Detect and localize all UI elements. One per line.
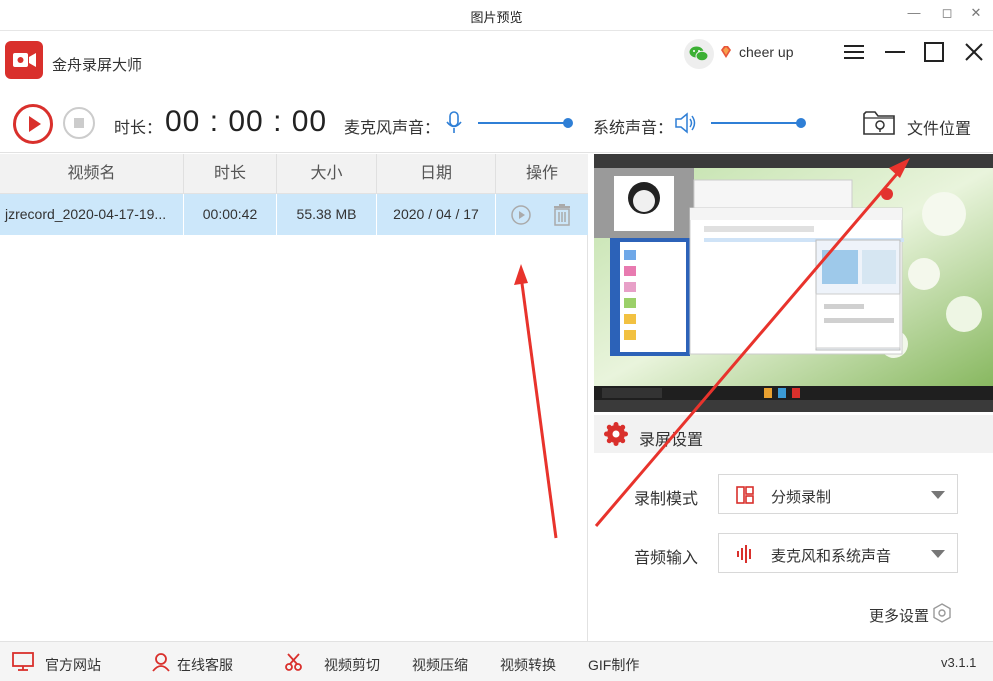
maximize-icon[interactable] (921, 39, 947, 65)
record-mode-value: 分频录制 (771, 489, 832, 506)
play-icon (29, 116, 41, 132)
chevron-down-icon (931, 550, 945, 558)
video-preview (594, 154, 993, 412)
vip-diamond-icon (721, 46, 731, 58)
bottom-toolbar: 官方网站 在线客服 视频剪切 视频压缩 视频转换 GIF制作 v3.1.1 (0, 641, 993, 681)
recording-control-bar: 时长： 00 : 00 : 00 麦克风声音： 系统声音： 文件位置 (0, 93, 993, 153)
microphone-icon[interactable] (445, 111, 463, 135)
system-volume-slider[interactable] (711, 122, 801, 124)
more-settings-link[interactable]: 更多设置 (869, 603, 951, 626)
system-volume-label: 系统声音： (593, 120, 674, 137)
menu-icon[interactable] (842, 39, 868, 65)
table-header: 视频名 时长 大小 日期 操作 (0, 154, 588, 194)
column-header-actions: 操作 (525, 165, 558, 182)
video-list-table: 视频名 时长 大小 日期 操作 jzrecord_2020-04-17-19..… (0, 154, 588, 641)
minimize-icon[interactable] (882, 39, 908, 65)
record-mode-label: 录制模式 (634, 491, 699, 508)
record-settings-title: 录屏设置 (639, 432, 704, 449)
username[interactable]: cheer up (739, 44, 793, 60)
os-maximize-button[interactable]: ◻ (936, 4, 958, 22)
customer-service-icon (152, 653, 170, 672)
camera-icon (13, 53, 36, 67)
audio-input-value: 麦克风和系统声音 (771, 548, 892, 565)
app-logo (5, 41, 43, 79)
settings-hex-icon (933, 603, 951, 623)
system-volume-handle[interactable] (796, 118, 806, 128)
file-location-button[interactable]: 文件位置 (862, 106, 982, 140)
wechat-icon (689, 46, 709, 62)
delete-icon[interactable] (551, 203, 573, 227)
os-minimize-button[interactable]: — (903, 4, 925, 22)
os-title-bar: 图片预览 — ◻ ✕ (0, 0, 993, 31)
app-name: 金舟录屏大师 (52, 57, 143, 74)
mic-volume-handle[interactable] (563, 118, 573, 128)
video-actions-cell (496, 194, 588, 235)
file-location-label: 文件位置 (907, 121, 972, 138)
duration-label: 时长： (114, 120, 163, 137)
audio-input-select[interactable]: 麦克风和系统声音 (718, 533, 958, 573)
gear-icon (604, 422, 628, 446)
record-mode-select[interactable]: 分频录制 (718, 474, 958, 514)
column-header-name: 视频名 (0, 154, 184, 194)
scissors-icon (285, 653, 302, 671)
record-settings-header: 录屏设置 (594, 415, 993, 453)
video-cut-link[interactable]: 视频剪切 (324, 655, 380, 675)
record-settings-panel: 录制模式 分频录制 音频输入 麦克风和系统声音 更多设置 (594, 453, 993, 641)
column-header-date: 日期 (377, 154, 496, 194)
column-header-duration: 时长 (184, 154, 277, 194)
audio-wave-icon (737, 545, 751, 563)
preview-thumbnail (594, 154, 993, 412)
duration-timer: 00 : 00 : 00 (165, 105, 328, 138)
official-site-link[interactable]: 官方网站 (45, 655, 101, 675)
app-header: 金舟录屏大师 cheer up (0, 31, 993, 93)
speaker-icon[interactable] (674, 112, 698, 134)
split-layout-icon (736, 486, 754, 504)
column-header-size: 大小 (277, 154, 377, 194)
video-name-cell: jzrecord_2020-04-17-19... (0, 194, 184, 235)
mic-volume-slider[interactable] (478, 122, 568, 124)
folder-location-icon (863, 111, 895, 135)
os-close-button[interactable]: ✕ (965, 4, 987, 22)
online-support-link[interactable]: 在线客服 (177, 655, 233, 675)
video-compress-link[interactable]: 视频压缩 (412, 655, 468, 675)
monitor-icon (12, 652, 34, 671)
close-icon[interactable] (961, 39, 987, 65)
play-video-icon[interactable] (510, 204, 532, 226)
table-row[interactable]: jzrecord_2020-04-17-19... 00:00:42 55.38… (0, 194, 588, 235)
video-duration-cell: 00:00:42 (184, 194, 277, 235)
video-size-cell: 55.38 MB (277, 194, 377, 235)
mic-volume-label: 麦克风声音： (344, 120, 441, 137)
wechat-avatar[interactable] (684, 39, 714, 69)
chevron-down-icon (931, 491, 945, 499)
video-date-cell: 2020 / 04 / 17 (377, 194, 496, 235)
start-record-button[interactable] (13, 104, 53, 144)
audio-input-label: 音频输入 (634, 550, 699, 567)
window-title: 图片预览 (470, 10, 523, 25)
gif-maker-link[interactable]: GIF制作 (588, 655, 639, 675)
stop-record-button[interactable] (63, 107, 95, 139)
more-settings-label: 更多设置 (869, 608, 930, 625)
version-label: v3.1.1 (941, 655, 977, 670)
video-convert-link[interactable]: 视频转换 (500, 655, 556, 675)
